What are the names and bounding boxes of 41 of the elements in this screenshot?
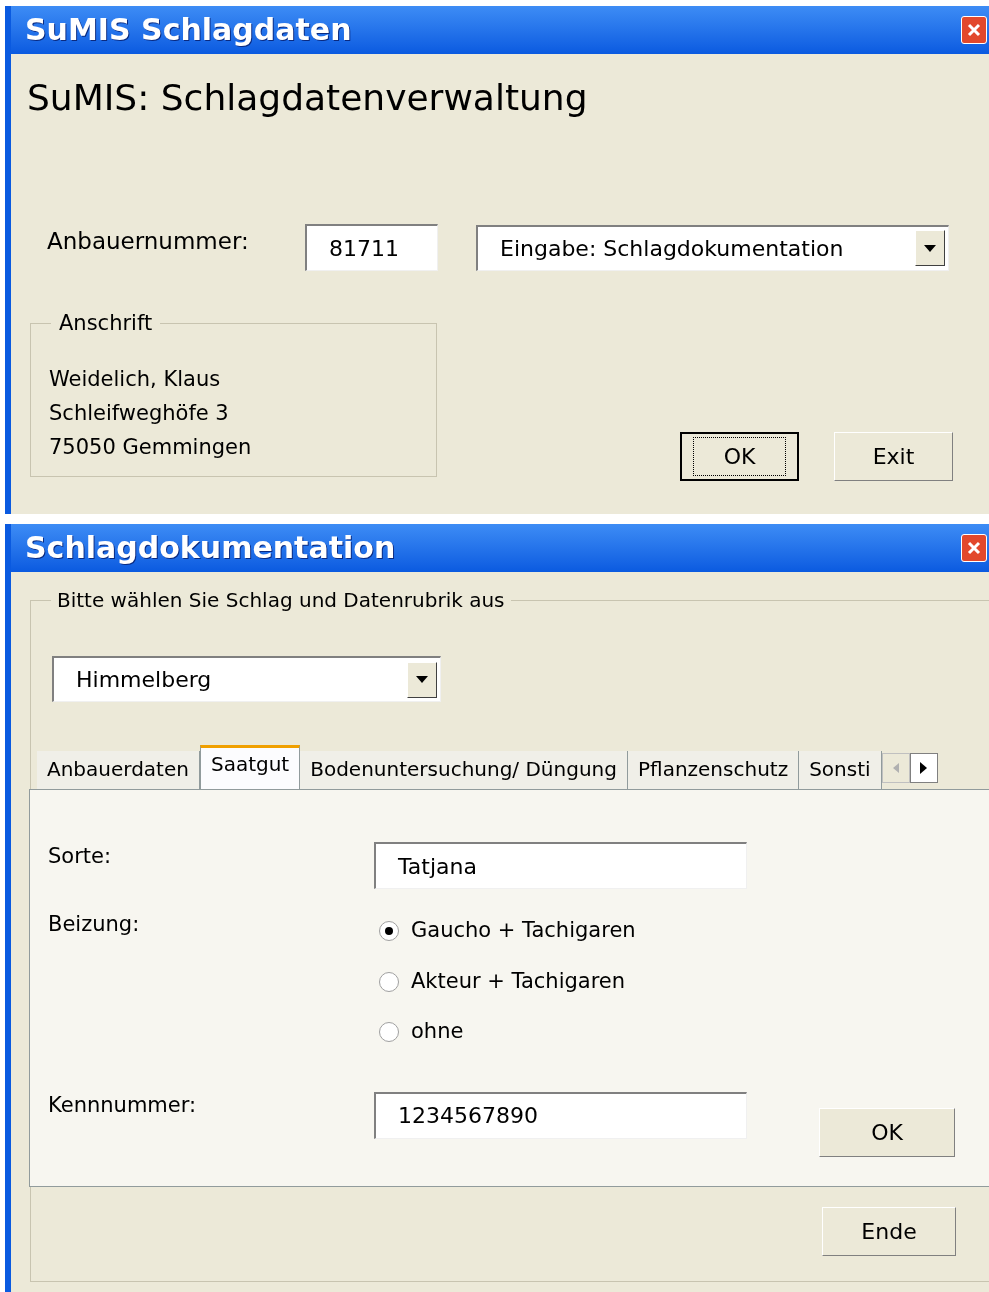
left-arrow-icon	[892, 763, 899, 774]
id-number-field[interactable]: 1234567890	[374, 1091, 747, 1139]
tab[interactable]: Pflanzenschutz	[627, 751, 800, 790]
address-line: Weidelich, Klaus	[49, 366, 222, 393]
radio-label: Akteur + Tachigaren	[411, 967, 626, 995]
push-button[interactable]: OK	[819, 1107, 955, 1157]
radio-label: Gaucho + Tachigaren	[411, 917, 636, 945]
push-button[interactable]: Ende	[822, 1207, 956, 1257]
radio-label: ohne	[411, 1018, 464, 1046]
caret-icon	[416, 676, 428, 684]
dropdown-button[interactable]	[915, 230, 945, 266]
mode-dropdown[interactable]: Eingabe: Schlagdokumentation	[476, 224, 949, 271]
window-title: SuMIS Schlagdaten	[25, 15, 352, 45]
tab[interactable]: Anbauerdaten	[37, 751, 200, 790]
radio-button[interactable]	[379, 1022, 399, 1043]
caret-icon	[924, 244, 936, 252]
push-button[interactable]: Exit	[834, 432, 953, 481]
field-label: Beizung:	[47, 911, 141, 939]
tab[interactable]: Saatgut	[199, 745, 301, 790]
radio-button[interactable]	[379, 971, 399, 992]
tab[interactable]: Bodenuntersuchung/ Düngung	[300, 751, 628, 790]
tab[interactable]: Sonsti	[799, 751, 882, 790]
push-button[interactable]: OK	[680, 432, 799, 481]
address-line: Schleifweghöfe 3	[49, 400, 230, 427]
dropdown-button[interactable]	[407, 661, 437, 698]
window-title: Schlagdokumentation	[25, 533, 396, 564]
close-icon	[967, 23, 981, 37]
radio-button[interactable]	[379, 921, 399, 942]
close-button[interactable]	[961, 534, 987, 563]
close-icon	[967, 541, 981, 556]
field-dropdown[interactable]: Himmelberg	[52, 656, 441, 703]
scroll-right-button[interactable]	[909, 753, 938, 784]
variety-field[interactable]: Tatjana	[374, 842, 747, 890]
close-button[interactable]	[961, 16, 987, 44]
field-label: Kennnummer:	[47, 1091, 198, 1119]
heading: SuMIS: Schlagdatenverwaltung	[27, 80, 589, 116]
address-line: 75050 Gemmingen	[49, 434, 253, 461]
field-label: Anbauernummer:	[47, 227, 250, 257]
field-label: Sorte:	[47, 843, 113, 871]
right-arrow-icon	[920, 762, 928, 775]
grower-number-field[interactable]: 81711	[305, 224, 438, 271]
